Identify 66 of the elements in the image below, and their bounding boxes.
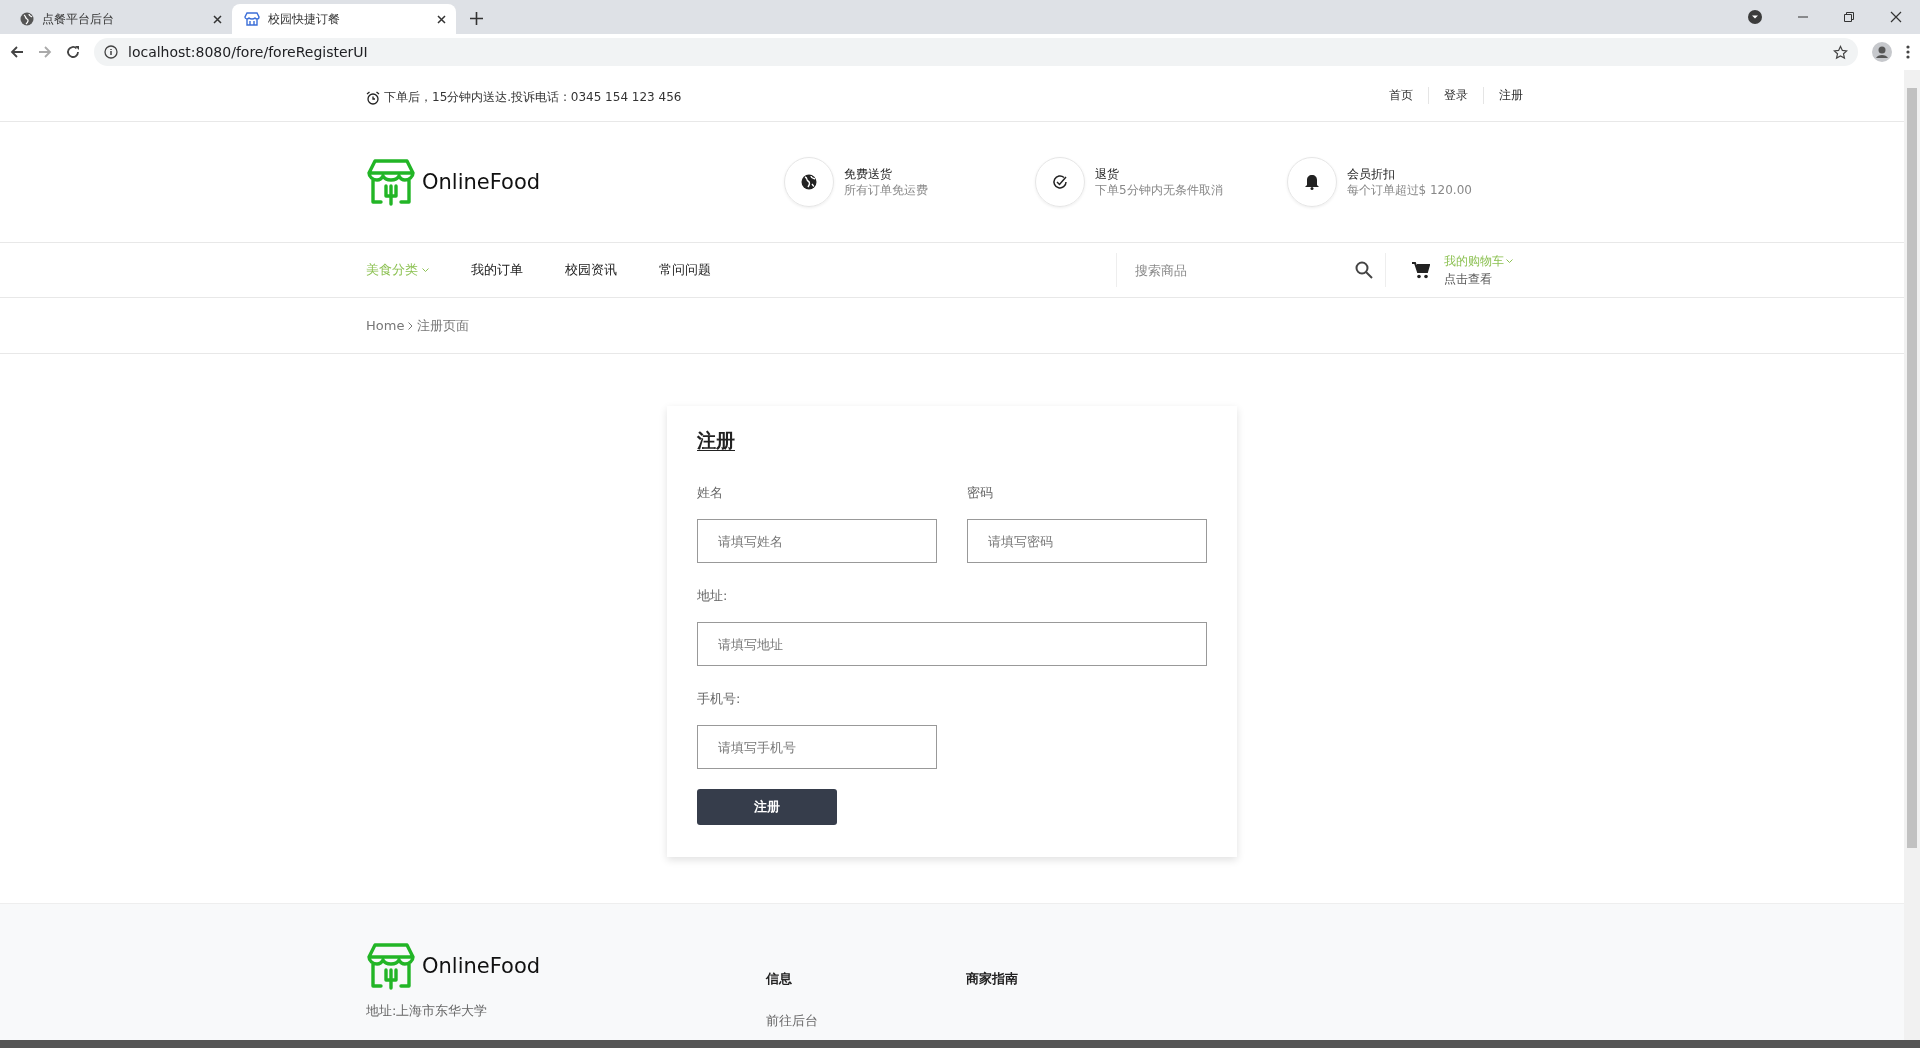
footer-heading: 信息 [766,970,793,988]
register-button[interactable]: 注册 [697,789,837,825]
new-tab-icon[interactable] [470,12,483,25]
footer-link[interactable]: 前往后台 [766,1012,966,1030]
tab-title: 点餐平台后台 [42,10,115,28]
address-bar[interactable]: localhost:8080/fore/foreRegisterUI [94,38,1858,66]
storefront-icon [366,942,416,990]
feature-title: 会员折扣 [1346,166,1396,182]
field-label: 手机号: [697,690,742,708]
breadcrumb-item: 注册页面 [417,316,470,335]
cart-subtitle[interactable]: 点击查看 [1444,270,1513,288]
feature-text: 下单5分钟内无条件取消 [1095,182,1223,198]
nav-item[interactable]: 我的订单 [471,261,523,279]
tab-title: 校园快捷订餐 [268,10,341,28]
field-label: 姓名 [697,484,724,502]
nav-item[interactable]: 校园资讯 [565,261,617,279]
reload-icon[interactable] [66,45,80,59]
logo-text: OnlineFood [422,170,541,194]
breadcrumb-item[interactable]: Home [366,318,405,333]
feature-text: 每个订单超过$ 120.00 [1346,182,1472,198]
form-title: 注册 [697,428,736,453]
logo-text: OnlineFood [422,954,541,978]
nav-item[interactable]: 常问问题 [659,261,711,279]
feature-title: 免费送货 [843,166,893,182]
input-field[interactable]: 请填写姓名 [697,519,937,563]
profile-dropdown-icon[interactable] [1748,10,1762,24]
close-icon[interactable] [1890,11,1902,23]
alarm-clock-icon [366,90,380,105]
restore-icon[interactable] [1844,12,1854,22]
bell-icon [1304,174,1319,190]
chevron-down-icon [422,267,429,273]
field-label: 地址: [697,587,729,605]
search-field[interactable]: 搜索商品 [1133,261,1355,279]
scrollbar-thumb[interactable] [1907,88,1917,848]
url-text: localhost:8080/fore/foreRegisterUI [128,44,368,60]
input-field[interactable]: 请填写手机号 [697,725,937,769]
storefront-icon [366,158,416,206]
feature-title: 退货 [1095,166,1120,182]
input-field[interactable]: 请填写密码 [967,519,1207,563]
storefront-icon [244,12,260,26]
top-link[interactable]: 注册 [1483,87,1538,104]
check-circle-icon [1052,174,1068,190]
chevron-right-icon [408,321,414,330]
menu-icon[interactable] [1906,45,1910,59]
close-icon[interactable] [213,14,222,24]
address-text: 地址:上海市东华大学 [366,1002,489,1020]
field-label: 密码 [967,484,994,502]
back-arrow-icon[interactable] [10,45,24,59]
globe-icon [20,12,34,26]
footer-heading: 商家指南 [966,970,1019,988]
input-field[interactable]: 请填写地址 [697,622,1207,666]
account-icon[interactable] [1872,42,1892,62]
chevron-down-icon [1506,258,1513,264]
cart-icon[interactable] [1412,261,1430,279]
top-link[interactable]: 登录 [1428,87,1483,104]
info-icon [104,45,118,59]
scrollbar[interactable] [1904,70,1920,1040]
top-link[interactable]: 首页 [1374,87,1428,104]
delivery-notice: 下单后，15分钟内送达.投诉电话 : 0345 154 123 456 [384,89,682,106]
star-icon[interactable] [1833,44,1848,60]
browser-tab[interactable]: 点餐平台后台 [8,4,232,34]
browser-tab[interactable]: 校园快捷订餐 [232,4,456,34]
feature-text: 所有订单免运费 [843,182,928,198]
close-icon[interactable] [437,14,446,24]
globe-icon [800,174,817,190]
search-icon[interactable] [1355,261,1373,279]
